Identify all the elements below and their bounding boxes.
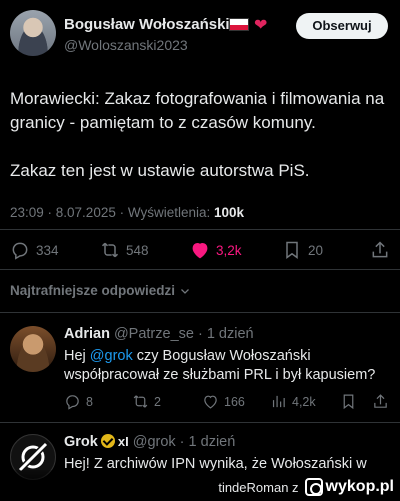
reply-author-name[interactable]: Adrian (64, 326, 110, 342)
view-count: 100k (214, 205, 245, 220)
divider (0, 422, 400, 423)
reply1-like-button[interactable]: 166 (202, 393, 245, 410)
author-avatar[interactable] (10, 10, 56, 56)
reply-count: 334 (36, 242, 59, 258)
reply1-repost-button[interactable]: 2 (132, 393, 161, 410)
like-count: 3,2k (216, 242, 242, 258)
reply-text: Hej @grok czy Bogusław Wołoszański współ… (64, 347, 394, 385)
reply-text-prefix: Hej (64, 348, 90, 364)
verified-badge-icon (100, 434, 115, 448)
author-name[interactable]: Bogusław Wołoszański (64, 16, 230, 33)
bookmark-icon (343, 394, 354, 410)
heart-emoji: ❤ (254, 17, 268, 34)
repost-count: 548 (126, 242, 149, 258)
repost-button[interactable]: 548 (100, 240, 149, 260)
analytics-icon (272, 395, 285, 408)
divider (0, 312, 400, 313)
divider (0, 269, 400, 270)
bookmark-count: 20 (308, 242, 324, 258)
wykop-logo: wykop.pl (304, 478, 394, 496)
sort-replies-dropdown[interactable]: Najtrafniejsze odpowiedzi (10, 283, 191, 298)
bookmark-icon (286, 241, 298, 259)
heart-filled-icon (192, 242, 208, 259)
tweet-text: Morawiecki: Zakaz fotografowania i filmo… (10, 89, 385, 180)
affiliate-badge[interactable]: xI (118, 434, 129, 449)
reply-header: Adrian @Patrze_se · 1 dzień (64, 326, 254, 342)
wykop-logo-icon (304, 478, 323, 496)
reply1-share-button[interactable] (372, 393, 389, 410)
tweet-timestamp[interactable]: 23:09 · 8.07.2025 · Wyświetlenia: (10, 205, 210, 220)
sort-label: Najtrafniejsze odpowiedzi (10, 283, 176, 298)
repost-icon (101, 242, 119, 258)
share-icon (374, 394, 387, 408)
reply-button[interactable]: 334 (10, 240, 59, 260)
reply1-view-count: 4,2k (292, 394, 316, 409)
chevron-down-icon (181, 288, 189, 294)
follow-button[interactable]: Obserwuj (296, 13, 388, 39)
reply-author-name[interactable]: Grok (64, 434, 98, 450)
author-handle[interactable]: @Woloszanski2023 (64, 37, 188, 53)
reply1-bookmark-button[interactable] (340, 393, 357, 410)
reply-icon (12, 242, 28, 260)
watermark: tindeRoman z wykop.pl (218, 478, 394, 496)
bookmark-button[interactable]: 20 (282, 240, 323, 260)
reply-handle-time[interactable]: @grok · 1 dzień (133, 434, 236, 450)
reply1-like-count: 166 (224, 394, 245, 409)
tweet-meta: 23:09 · 8.07.2025 · Wyświetlenia: 100k (10, 205, 244, 220)
reply-icon (66, 395, 79, 410)
repost-icon (133, 395, 148, 408)
reply-handle-time[interactable]: @Patrze_se · 1 dzień (114, 326, 254, 342)
reply1-reply-count: 8 (86, 394, 93, 409)
mention-link[interactable]: @grok (90, 348, 133, 364)
heart-icon (204, 395, 217, 409)
reply1-reply-button[interactable]: 8 (64, 393, 93, 410)
reply1-views-button[interactable]: 4,2k (270, 393, 316, 410)
share-icon (372, 241, 388, 258)
watermark-user: tindeRoman z (218, 479, 299, 495)
reply-avatar-adrian[interactable] (10, 326, 56, 372)
poland-flag-icon (229, 18, 249, 31)
share-button[interactable] (370, 240, 390, 260)
divider (0, 229, 400, 230)
wykop-site: wykop.pl (325, 478, 394, 495)
reply1-repost-count: 2 (154, 394, 161, 409)
like-button[interactable]: 3,2k (190, 240, 242, 260)
reply-header: Grok xI @grok · 1 dzień (64, 434, 235, 450)
